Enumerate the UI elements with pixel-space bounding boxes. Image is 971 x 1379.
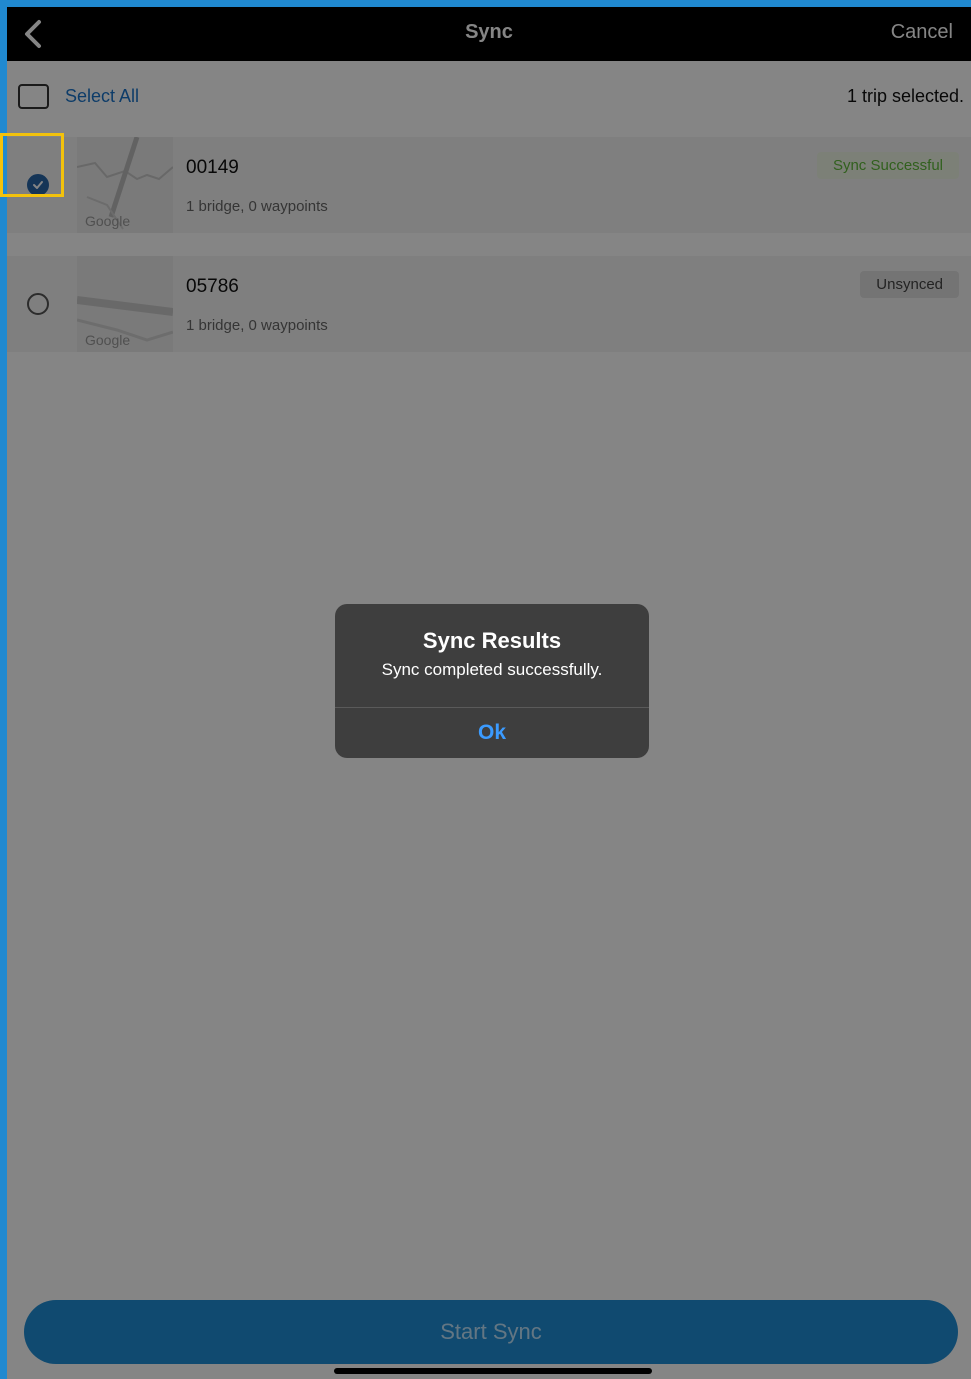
selection-highlight	[0, 133, 64, 197]
alert-title: Sync Results	[422, 628, 562, 653]
alert-message: Sync completed successfully.	[381, 660, 603, 679]
sync-screen: Sync Cancel Select All 1 trip selected. …	[7, 7, 971, 1379]
sync-results-alert: Sync Results Sync completed successfully…	[335, 604, 649, 758]
home-indicator	[334, 1368, 652, 1374]
ok-button[interactable]: Ok	[335, 708, 649, 758]
